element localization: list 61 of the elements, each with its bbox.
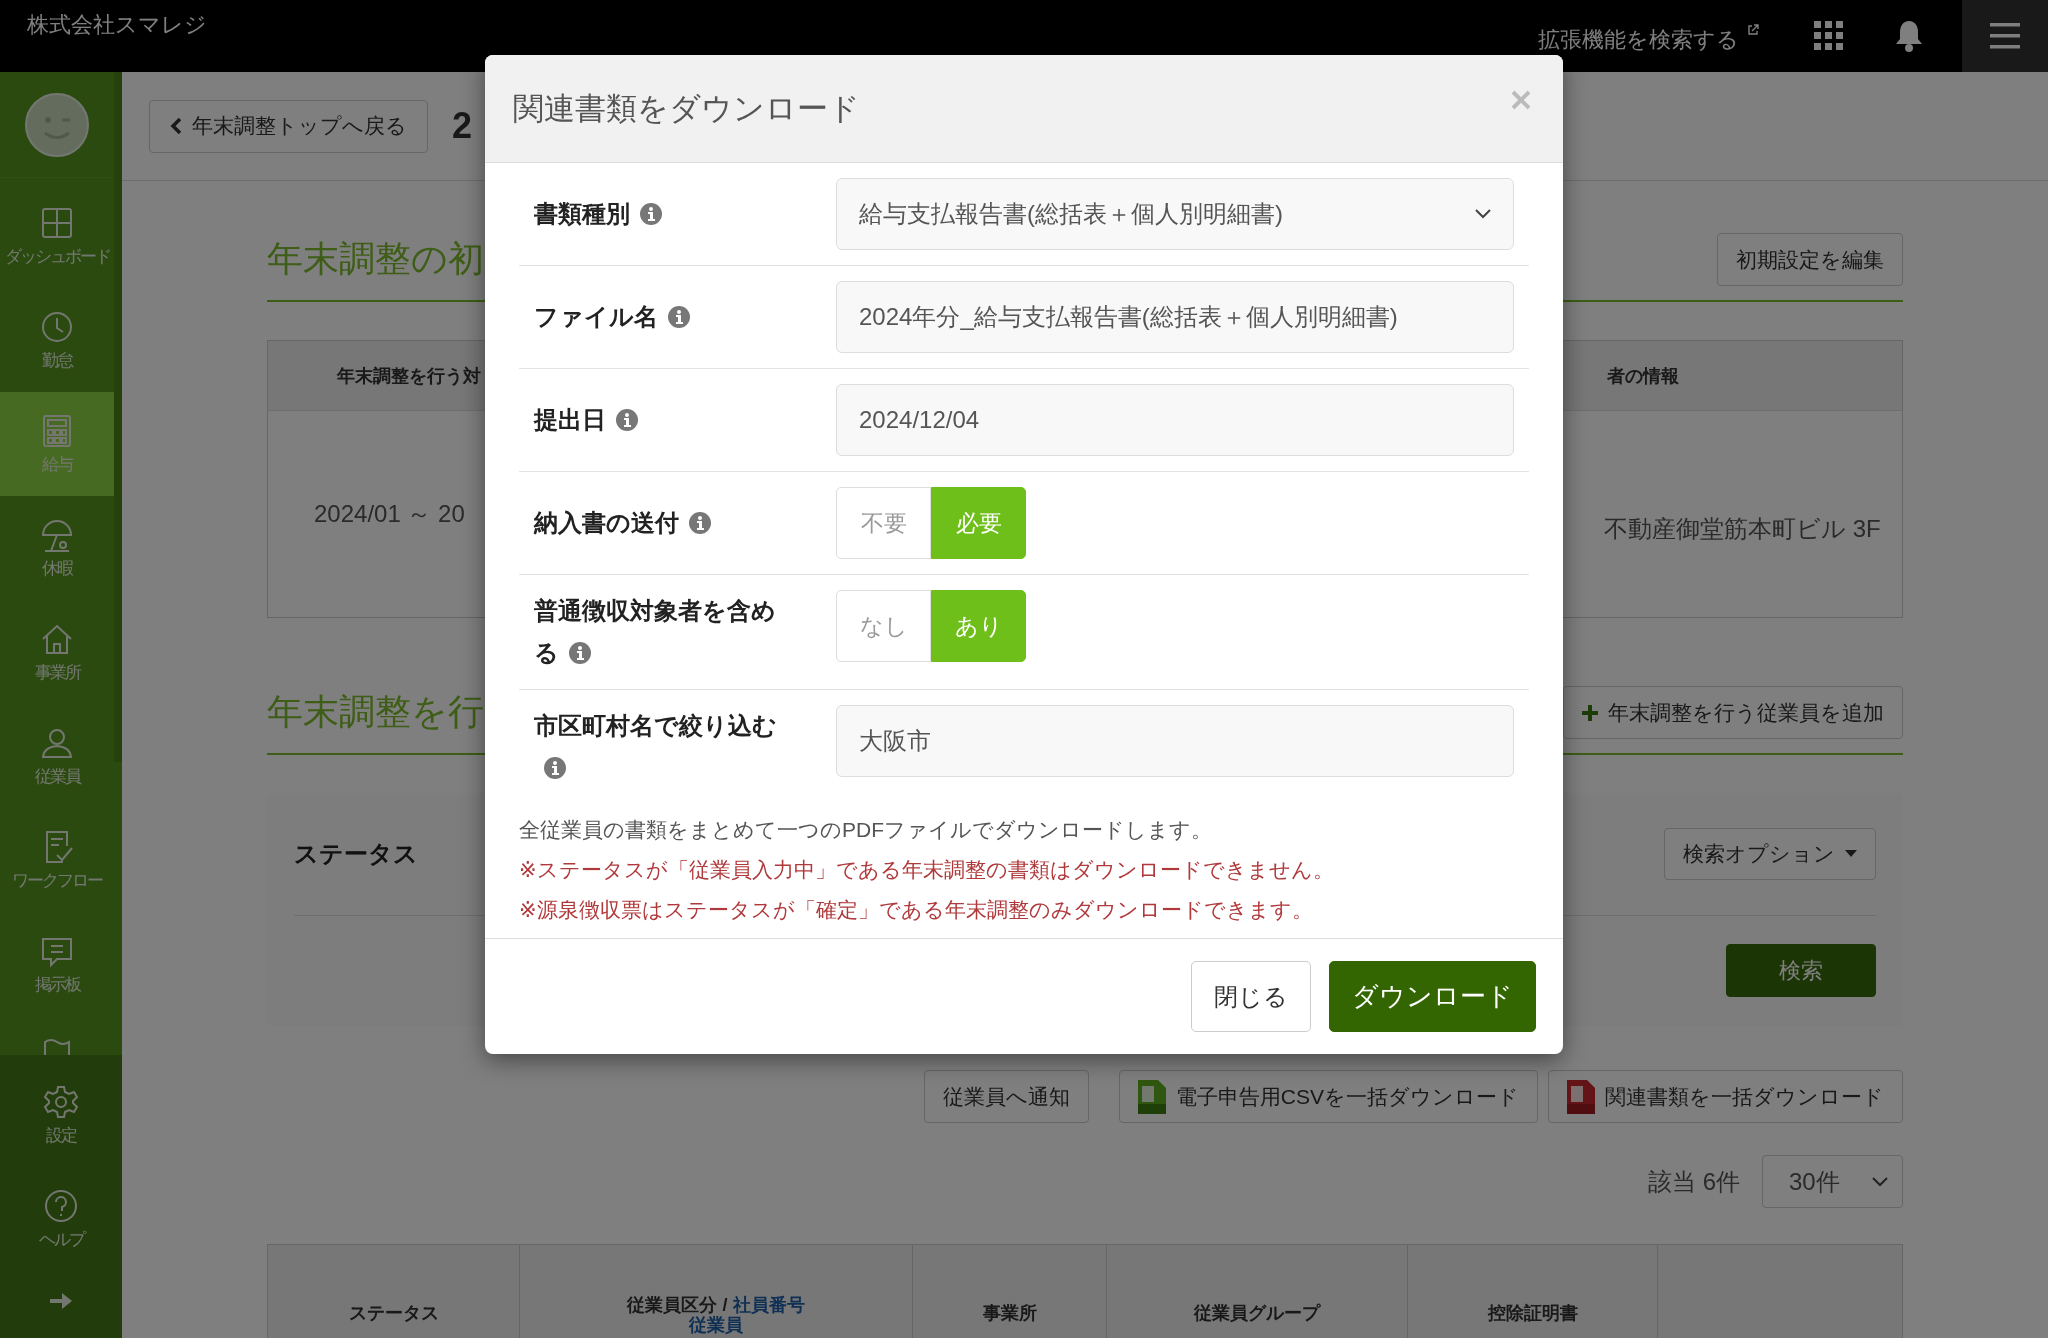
column-header: 控除証明書 (1408, 1245, 1658, 1338)
table-cell: 不動産御堂筋本町ビル 3F (1604, 515, 1881, 542)
warning-text: ※ステータスが「従業員入力中」である年末調整の書類はダウンロードできません。 (519, 857, 1335, 883)
filter-label: ステータス (294, 839, 418, 869)
field-label: 市区町村名で絞り込む (534, 705, 789, 789)
search-button[interactable]: 検索 (1726, 944, 1876, 997)
sidebar-label: ダッシュボード (4, 245, 110, 268)
extension-search-link[interactable]: 拡張機能を検索する (1538, 25, 1739, 55)
column-header: ステータス (268, 1245, 520, 1338)
sidebar-item[interactable]: ヘルプ (0, 1167, 122, 1271)
add-employee-button[interactable]: 年末調整を行う従業員を追加 (1563, 686, 1903, 739)
sidebar-item[interactable]: 掲示板 (0, 912, 122, 1016)
section-title: 年末調整を行 (267, 690, 484, 734)
sidebar-label: 設定 (46, 1124, 76, 1147)
company-name: 株式会社スマレジ (26, 11, 207, 39)
document-type-select[interactable]: 給与支払報告書(総括表＋個人別明細書) (836, 178, 1514, 250)
sidebar-item[interactable]: 設定 (0, 1063, 122, 1167)
action-button[interactable]: 電子申告用CSVを一括ダウンロード (1118, 1070, 1538, 1123)
column-header: 従業員区分 / 社員番号 従業員 (520, 1245, 913, 1338)
sidebar-label: 事業所 (34, 661, 80, 684)
close-button[interactable]: 閉じる (1191, 961, 1311, 1032)
download-button[interactable]: ダウンロード (1329, 961, 1536, 1032)
toggle-option[interactable]: 必要 (931, 487, 1026, 559)
sidebar-label: 勤怠 (42, 349, 72, 372)
field-label: 提出日 (534, 399, 789, 441)
back-button[interactable]: 年末調整トップへ戻る (149, 99, 428, 153)
input-field[interactable]: 大阪市 (836, 705, 1514, 777)
input-field[interactable]: 2024年分_給与支払報告書(総括表＋個人別明細書) (836, 281, 1514, 353)
sidebar-label: 給与 (42, 453, 72, 476)
per-page-select[interactable]: 30件 (1762, 1155, 1903, 1208)
info-text: 全従業員の書類をまとめて一つのPDFファイルでダウンロードします。 (519, 817, 1213, 843)
dialog-title: 関連書類をダウンロード (513, 89, 860, 128)
edit-settings-button[interactable]: 初期設定を編集 (1717, 233, 1903, 286)
section-title: 年末調整の初 (267, 237, 484, 281)
toggle-option[interactable]: あり (931, 590, 1026, 662)
sidebar-label: 掲示板 (34, 973, 80, 996)
field-label: 普通徴収対象者を含める (534, 596, 777, 668)
action-button[interactable]: 関連書類を一括ダウンロード (1548, 1070, 1903, 1123)
sort-link[interactable]: 従業員 (689, 1315, 743, 1335)
page-title: 2 (452, 105, 473, 147)
action-button[interactable]: 従業員へ通知 (923, 1070, 1089, 1123)
sidebar-label: ワークフロー (12, 869, 102, 892)
warning-text: ※源泉徴収票はステータスが「確定」である年末調整のみダウンロードできます。 (519, 897, 1314, 923)
field-label: ファイル名 (534, 296, 789, 338)
field-label: 納入書の送付 (534, 502, 789, 544)
table-cell: 2024/01 ～ 20 (314, 500, 465, 527)
input-field[interactable]: 2024/12/04 (836, 384, 1514, 456)
search-options-button[interactable]: 検索オプション (1664, 828, 1876, 880)
column-header: 従業員グループ (1107, 1245, 1408, 1338)
sidebar-label: 休暇 (42, 557, 72, 580)
field-label: 書類種別 (534, 193, 789, 235)
toggle-option[interactable]: なし (836, 590, 931, 662)
sidebar-label: ヘルプ (38, 1228, 84, 1251)
sidebar-item[interactable]: ワークフロー (0, 808, 122, 912)
sort-link[interactable]: 社員番号 (732, 1295, 805, 1315)
column-header: 者の情報 (1607, 365, 1679, 386)
sidebar-label: 従業員 (34, 765, 80, 788)
toggle-option[interactable]: 不要 (836, 487, 931, 559)
column-header: 年末調整を行う対 (337, 365, 481, 386)
result-count: 該当 6件 (1648, 1166, 1740, 1197)
column-header: 事業所 (913, 1245, 1107, 1338)
